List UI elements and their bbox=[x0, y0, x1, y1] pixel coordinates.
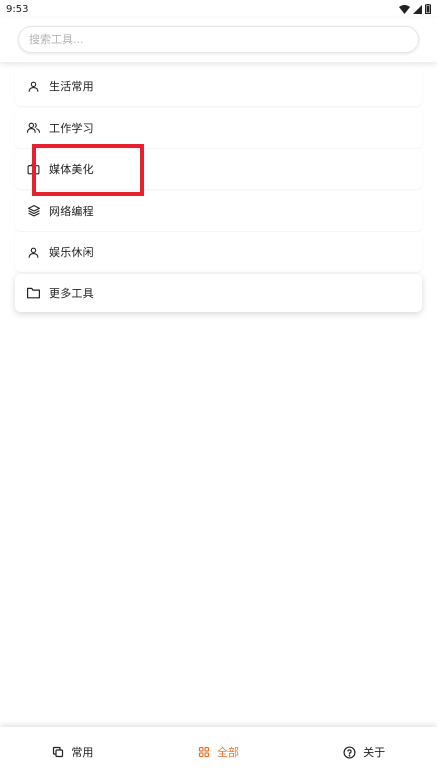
status-bar: 9:53 bbox=[0, 0, 437, 18]
bottom-nav: 常用 全部 关于 bbox=[0, 727, 437, 777]
wifi-icon bbox=[399, 4, 410, 14]
category-list: 生活常用 工作学习 媒体美化 网络编程 娱乐休闲 更多工具 bbox=[15, 66, 422, 313]
search-input[interactable] bbox=[19, 27, 418, 52]
status-time: 9:53 bbox=[6, 3, 29, 15]
category-item-media[interactable]: 媒体美化 bbox=[15, 149, 422, 189]
category-item-more[interactable]: 更多工具 bbox=[15, 273, 422, 312]
nav-item-all[interactable]: 全部 bbox=[146, 727, 292, 777]
nav-label: 常用 bbox=[71, 746, 94, 759]
grid-icon bbox=[198, 746, 210, 758]
category-label: 工作学习 bbox=[49, 121, 94, 135]
category-item-network[interactable]: 网络编程 bbox=[15, 190, 422, 231]
nav-label: 关于 bbox=[363, 746, 386, 759]
help-circle-icon bbox=[343, 745, 356, 759]
battery-icon bbox=[425, 4, 431, 14]
layers-icon bbox=[26, 203, 41, 218]
nav-item-common[interactable]: 常用 bbox=[0, 727, 146, 777]
category-item-life[interactable]: 生活常用 bbox=[15, 66, 422, 106]
copy-icon bbox=[52, 746, 64, 758]
category-item-leisure[interactable]: 娱乐休闲 bbox=[15, 232, 422, 272]
person-icon bbox=[26, 245, 41, 260]
nav-label: 全部 bbox=[217, 746, 239, 759]
camera-icon bbox=[26, 162, 41, 177]
person-icon bbox=[26, 79, 41, 94]
users-icon bbox=[26, 120, 41, 135]
signal-icon bbox=[413, 4, 422, 14]
folder-icon bbox=[26, 285, 41, 300]
category-label: 更多工具 bbox=[49, 286, 94, 300]
nav-item-about[interactable]: 关于 bbox=[291, 727, 437, 777]
category-item-work[interactable]: 工作学习 bbox=[15, 107, 422, 148]
search-box[interactable] bbox=[18, 26, 419, 53]
category-label: 娱乐休闲 bbox=[49, 246, 94, 259]
category-label: 生活常用 bbox=[49, 80, 94, 93]
category-label: 媒体美化 bbox=[49, 163, 94, 176]
status-icons bbox=[399, 4, 431, 14]
category-label: 网络编程 bbox=[49, 204, 94, 218]
header bbox=[0, 18, 437, 62]
